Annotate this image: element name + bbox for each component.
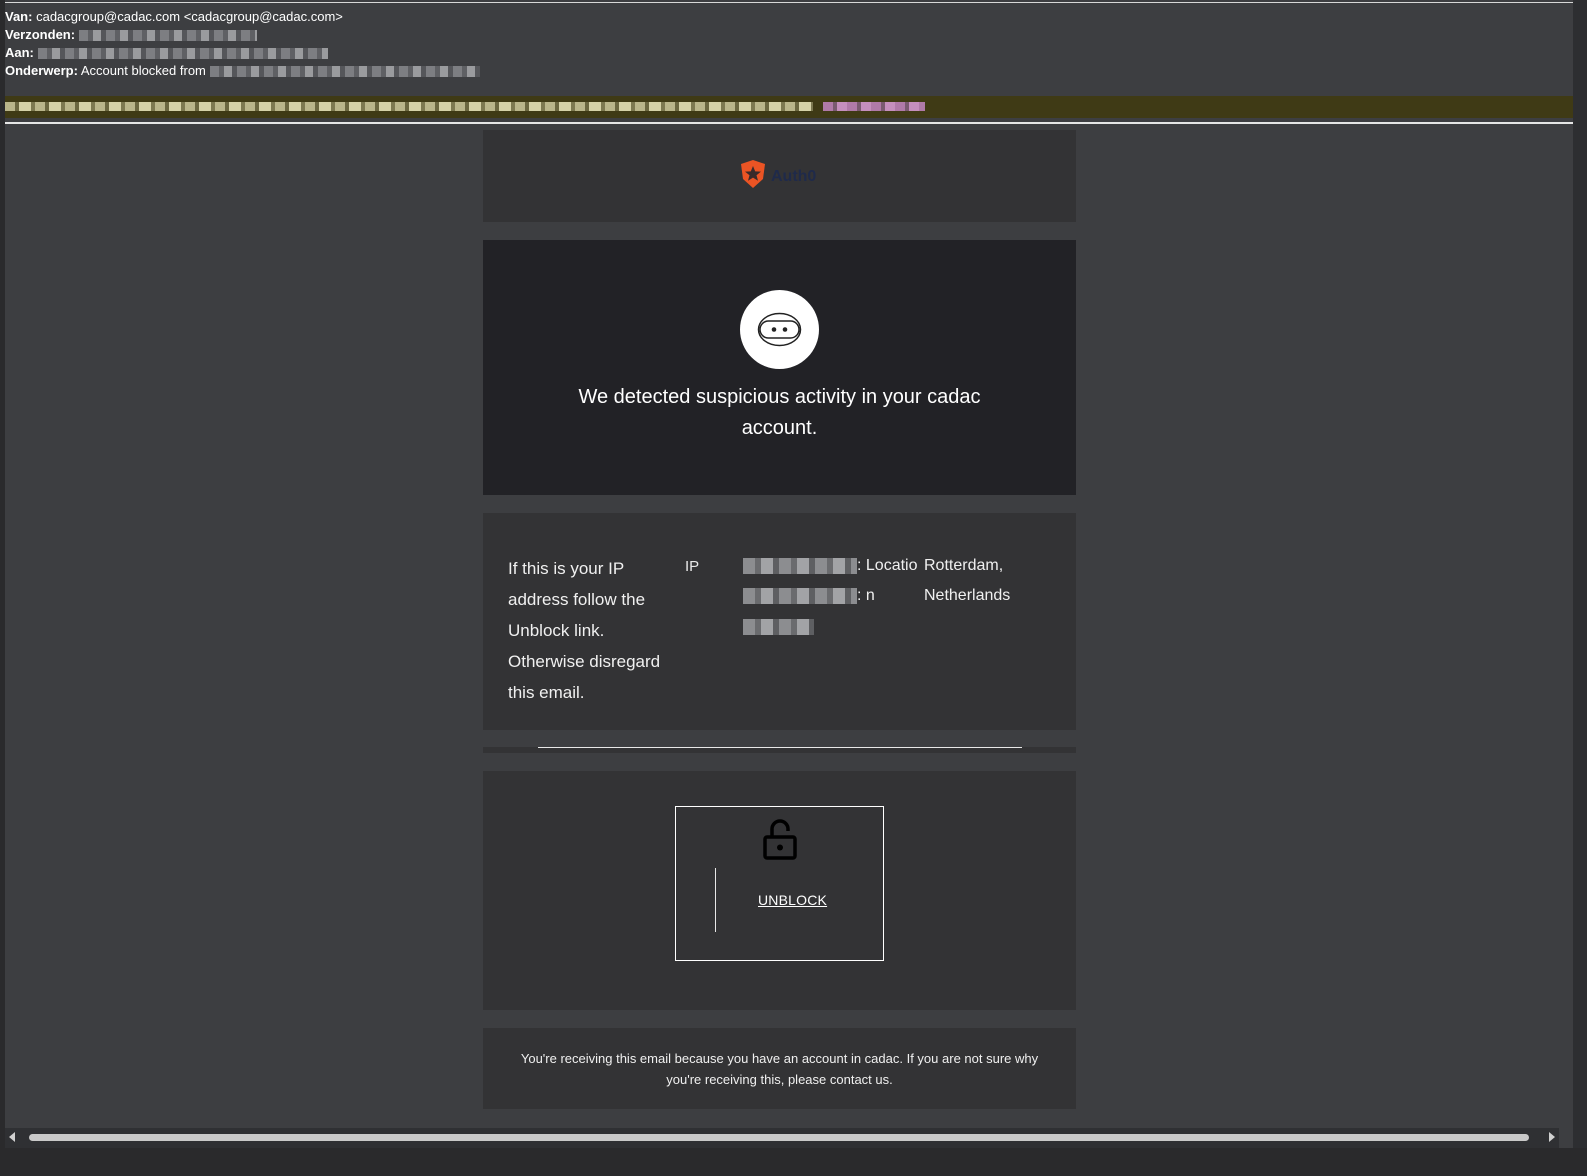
info-message: If this is your IP address follow the Un… [508,559,661,702]
location-label: : Locatio : n [857,551,917,611]
warning-banner [5,96,1573,118]
unlock-icon [763,818,797,865]
ip-value-redacted [743,619,814,635]
alert-card: We detected suspicious activity in your … [483,240,1076,495]
subject-value-redacted [209,66,480,78]
header-divider [5,122,1573,124]
scrollbar-thumb[interactable] [29,1134,1529,1141]
email-header: Van: cadacgroup@cadac.com <cadacgroup@ca… [5,8,480,80]
auth0-shield-icon [739,159,767,194]
separator-line [538,747,1022,748]
logo-card: Auth0 [483,130,1076,222]
auth0-logo-text: Auth0 [771,167,817,185]
info-card: If this is your IP address follow the Un… [483,513,1076,730]
button-divider [715,868,716,932]
footer-card: You're receiving this email because you … [483,1028,1076,1109]
to-row: Aan: [5,44,480,62]
robot-face-icon [740,290,819,369]
action-card: UNBLOCK [483,771,1076,1010]
ip-value-redacted [743,558,857,574]
scroll-right-icon[interactable] [1549,1132,1555,1142]
subject-label: Onderwerp: [5,63,78,78]
location-value: Rotterdam, Netherlands [924,551,1010,611]
subject-value: Account blocked from [80,63,206,78]
from-row: Van: cadacgroup@cadac.com <cadacgroup@ca… [5,8,480,26]
alert-message: We detected suspicious activity in your … [578,386,981,439]
location-country: Netherlands [924,587,1011,604]
scroll-left-icon[interactable] [9,1132,15,1142]
sent-value-redacted [78,30,257,42]
from-value[interactable]: cadacgroup@cadac.com <cadacgroup@cadac.c… [36,9,343,24]
bottom-bar [0,1148,1587,1176]
location-label-line-1: : Locatio [857,557,918,574]
location-city: Rotterdam, [924,557,1004,574]
ip-value-redacted [743,588,857,604]
unblock-box[interactable]: UNBLOCK [675,806,884,961]
warning-text-redacted [5,102,813,111]
footer-text: You're receiving this email because you … [520,1051,1039,1087]
unblock-button[interactable]: UNBLOCK [758,892,827,908]
warning-link-redacted[interactable] [823,102,925,111]
top-divider [5,2,1573,3]
auth0-logo: Auth0 [739,159,816,194]
separator-card [483,747,1076,753]
sent-label: Verzonden: [5,27,76,42]
location-label-line-2: : n [857,587,875,604]
window-frame-left [0,0,5,1176]
sent-row: Verzonden: [5,26,480,44]
subject-row: Onderwerp: Account blocked from [5,62,480,80]
to-value-redacted [37,48,328,60]
horizontal-scrollbar[interactable] [5,1128,1559,1148]
from-label: Van: [5,9,33,24]
to-label: Aan: [5,45,34,60]
window-frame-right [1573,0,1587,1176]
ip-label: IP [685,558,700,575]
